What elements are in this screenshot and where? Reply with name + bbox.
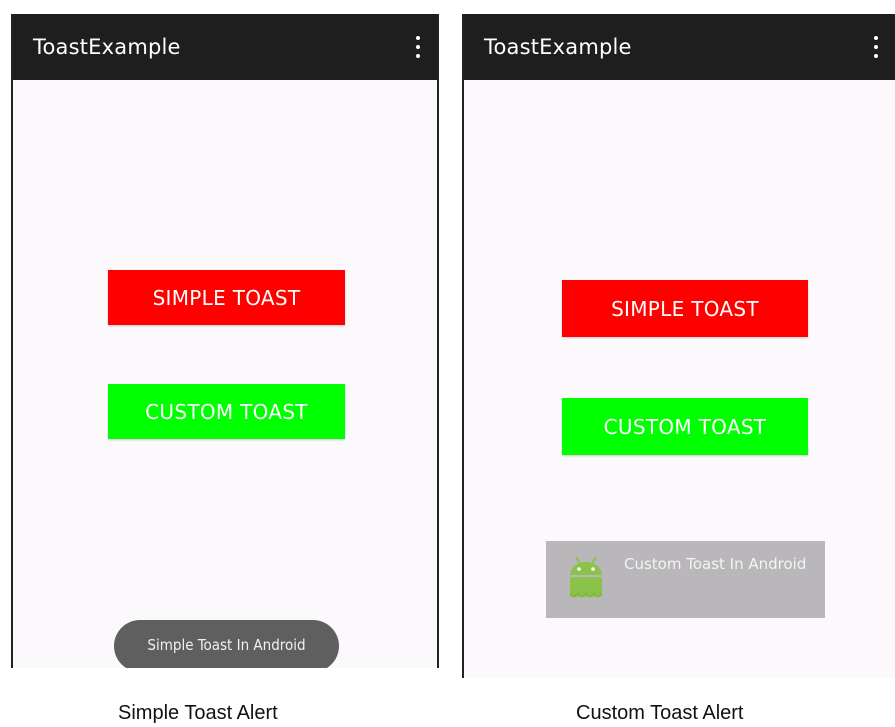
caption-simple-toast: Simple Toast Alert [118, 702, 278, 724]
android-robot-icon [569, 556, 603, 598]
simple-toast-button[interactable]: SIMPLE TOAST [562, 280, 808, 337]
phone-screen-simple-toast: ToastExample SIMPLE TOAST CUSTOM TOAST S… [11, 14, 439, 668]
caption-custom-toast: Custom Toast Alert [576, 702, 744, 724]
custom-toast-button[interactable]: CUSTOM TOAST [108, 384, 345, 439]
app-title: ToastExample [484, 35, 632, 59]
custom-toast-message: Custom Toast In Android [624, 555, 807, 573]
app-title: ToastExample [33, 35, 181, 59]
overflow-menu-icon[interactable] [415, 36, 421, 58]
app-bar: ToastExample [13, 14, 437, 80]
simple-toast-message: Simple Toast In Android [147, 636, 306, 654]
custom-toast-button[interactable]: CUSTOM TOAST [562, 398, 808, 455]
phone-screen-custom-toast: ToastExample SIMPLE TOAST CUSTOM TOAST C… [462, 14, 895, 678]
app-bar: ToastExample [464, 14, 895, 80]
custom-toast: Custom Toast In Android [546, 541, 825, 618]
simple-toast: Simple Toast In Android [114, 620, 339, 668]
overflow-menu-icon[interactable] [873, 36, 879, 58]
simple-toast-button[interactable]: SIMPLE TOAST [108, 270, 345, 325]
